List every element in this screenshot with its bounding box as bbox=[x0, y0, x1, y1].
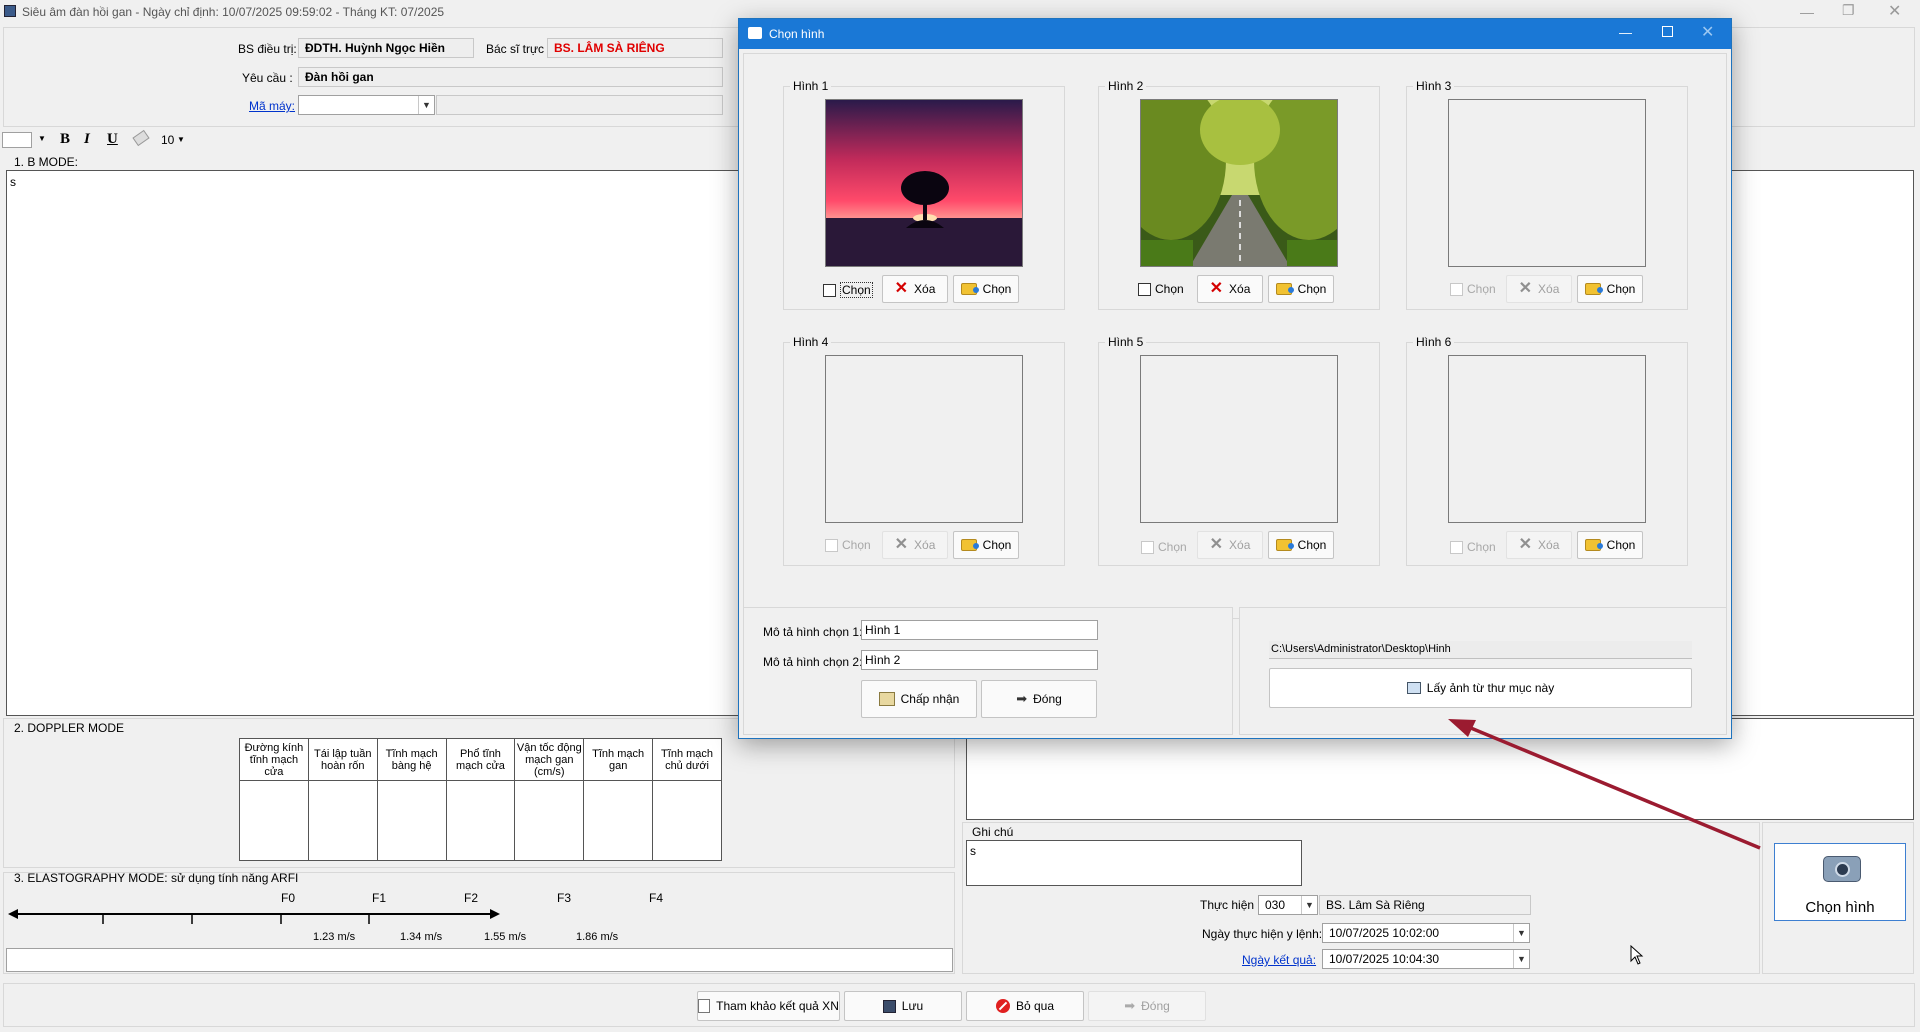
annotation-arrow bbox=[1448, 719, 1761, 850]
